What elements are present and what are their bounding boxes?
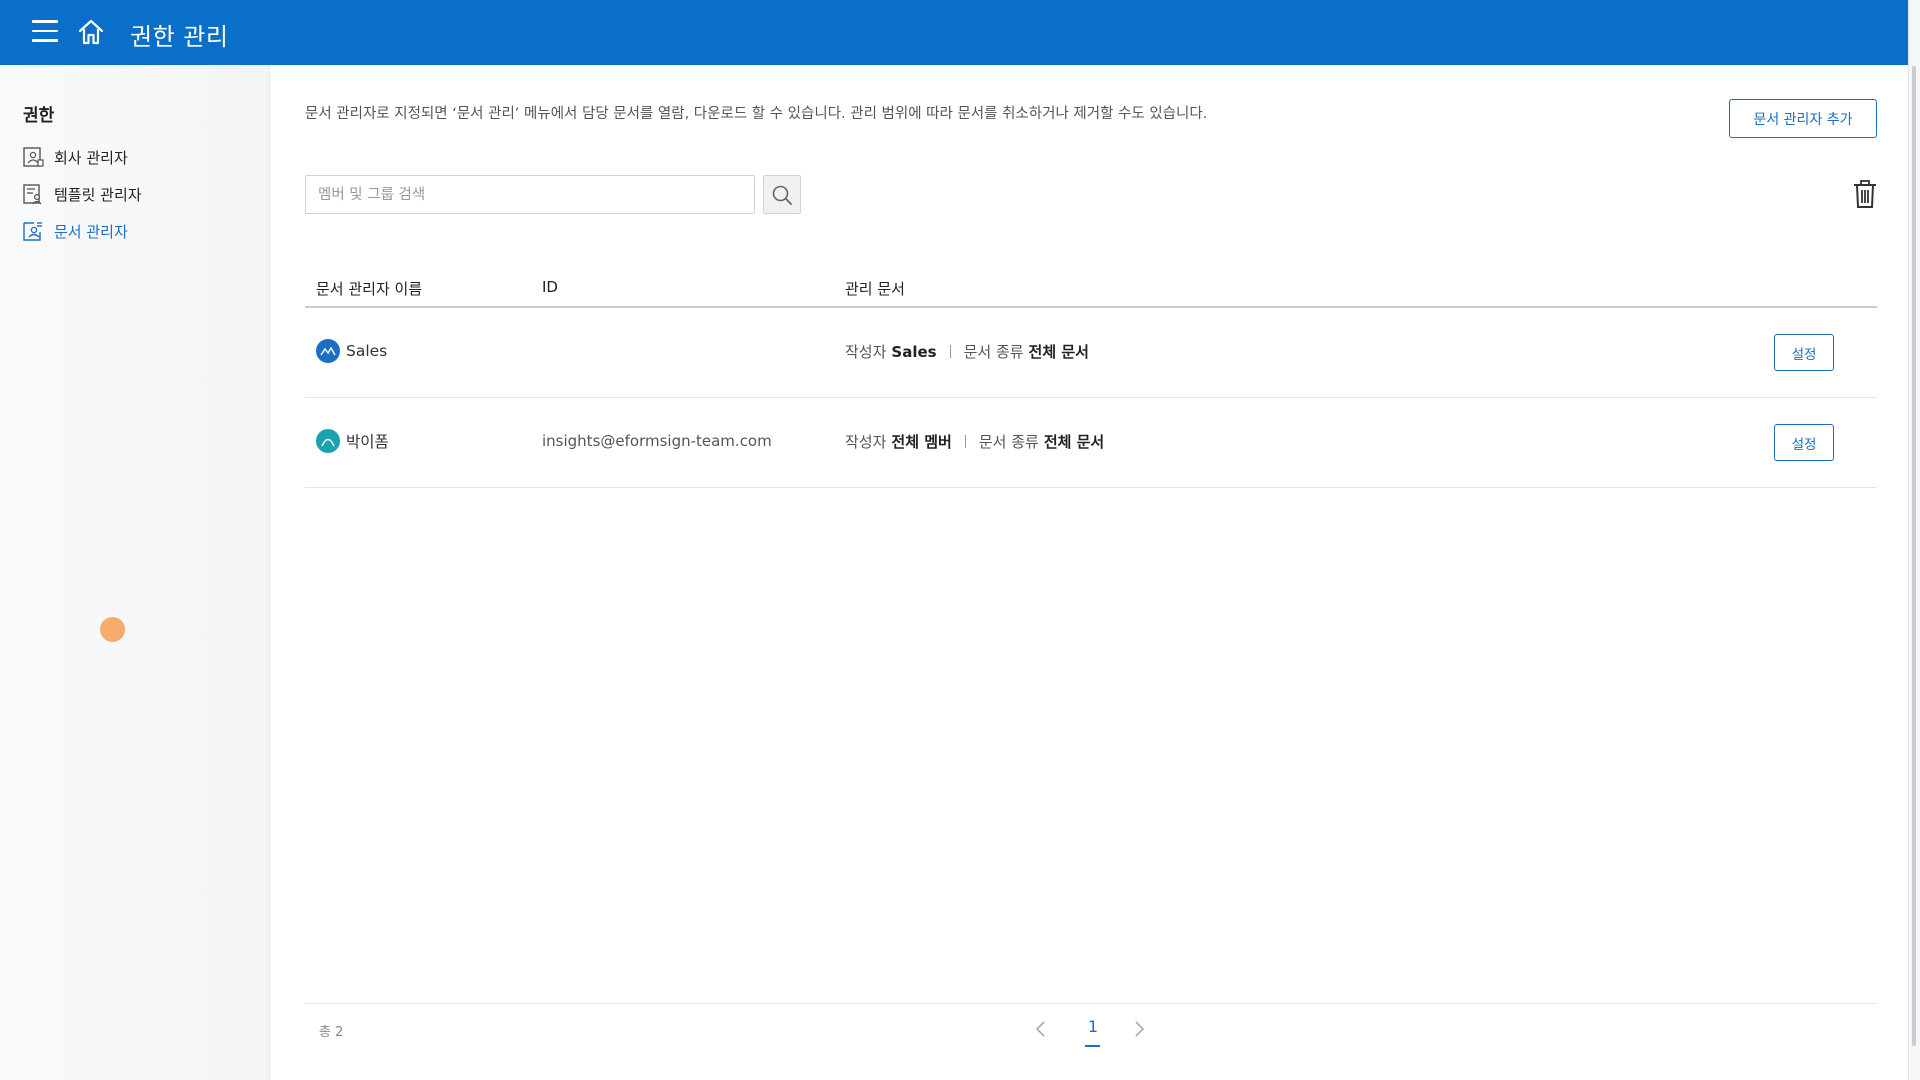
search-icon xyxy=(772,185,792,205)
table-header: 문서 관리자 이름 ID 관리 문서 xyxy=(305,268,1877,308)
group-avatar-icon xyxy=(316,339,340,363)
doctype-label: 문서 종류 xyxy=(963,343,1024,361)
admin-name: Sales xyxy=(346,342,388,360)
separator xyxy=(949,345,951,358)
author-value: 전체 멤버 xyxy=(891,433,952,451)
scrollbar-thumb[interactable] xyxy=(1912,66,1916,1046)
page-number[interactable]: 1 xyxy=(1086,1017,1100,1036)
author-label: 작성자 xyxy=(845,343,887,361)
column-header-id: ID xyxy=(542,278,558,296)
table-row: Sales 작성자 Sales 문서 종류 전체 문서 설정 xyxy=(305,308,1877,398)
sidebar-item-template-admin[interactable]: 템플릿 관리자 xyxy=(22,181,142,207)
table-footer: 총 2 1 xyxy=(305,1003,1877,1080)
doctype-value: 전체 문서 xyxy=(1028,343,1089,361)
trash-icon[interactable] xyxy=(1851,179,1879,209)
author-value: Sales xyxy=(891,342,937,361)
separator xyxy=(964,435,966,448)
page-title: 권한 관리 xyxy=(130,23,229,51)
total-count: 총 2 xyxy=(319,1025,344,1040)
managed-docs-cell: 작성자 전체 멤버 문서 종류 전체 문서 xyxy=(845,431,1104,452)
sidebar-item-label: 템플릿 관리자 xyxy=(54,185,142,204)
chevron-right-icon[interactable] xyxy=(1129,1019,1149,1039)
sidebar-section-title: 권한 xyxy=(23,106,55,126)
doctype-value: 전체 문서 xyxy=(1043,433,1105,451)
admin-name-cell: 박이폼 xyxy=(316,429,389,453)
sidebar: 권한 회사 관리자 템플릿 관리자 문서 관리자 xyxy=(0,65,270,1080)
search-input[interactable] xyxy=(305,175,755,214)
setting-button[interactable]: 설정 xyxy=(1774,334,1834,371)
home-icon[interactable] xyxy=(76,17,106,47)
template-admin-icon xyxy=(23,184,42,205)
search-button[interactable] xyxy=(763,175,801,214)
mouse-cursor-indicator xyxy=(100,617,125,642)
document-admin-icon xyxy=(23,222,42,241)
column-header-name: 문서 관리자 이름 xyxy=(316,280,423,298)
add-document-admin-button[interactable]: 문서 관리자 추가 xyxy=(1729,99,1877,138)
current-page-indicator xyxy=(1085,1045,1100,1047)
sidebar-item-label: 문서 관리자 xyxy=(54,222,128,241)
admin-name: 박이폼 xyxy=(346,433,389,451)
column-header-managed-docs: 관리 문서 xyxy=(845,280,905,298)
page-description: 문서 관리자로 지정되면 ‘문서 관리’ 메뉴에서 담당 문서를 열람, 다운로… xyxy=(305,106,1208,122)
main-content: 문서 관리자로 지정되면 ‘문서 관리’ 메뉴에서 담당 문서를 열람, 다운로… xyxy=(271,65,1908,1080)
doctype-label: 문서 종류 xyxy=(978,433,1039,451)
author-label: 작성자 xyxy=(845,433,887,451)
document-admin-table: 문서 관리자 이름 ID 관리 문서 Sales 작성자 Sales 문서 종류… xyxy=(305,268,1877,488)
setting-button[interactable]: 설정 xyxy=(1774,424,1834,461)
chevron-left-icon[interactable] xyxy=(1031,1019,1051,1039)
company-admin-icon xyxy=(23,147,44,167)
hamburger-icon[interactable] xyxy=(32,20,58,44)
admin-id: insights@eformsign-team.com xyxy=(542,432,772,450)
admin-name-cell: Sales xyxy=(316,339,387,363)
sidebar-item-company-admin[interactable]: 회사 관리자 xyxy=(22,144,128,170)
table-row: 박이폼 insights@eformsign-team.com 작성자 전체 멤… xyxy=(305,398,1877,488)
sidebar-item-document-admin[interactable]: 문서 관리자 xyxy=(22,218,128,244)
managed-docs-cell: 작성자 Sales 문서 종류 전체 문서 xyxy=(845,341,1089,362)
sidebar-item-label: 회사 관리자 xyxy=(54,148,128,167)
top-header-bar: 권한 관리 xyxy=(0,0,1908,65)
user-avatar-icon xyxy=(316,429,340,453)
